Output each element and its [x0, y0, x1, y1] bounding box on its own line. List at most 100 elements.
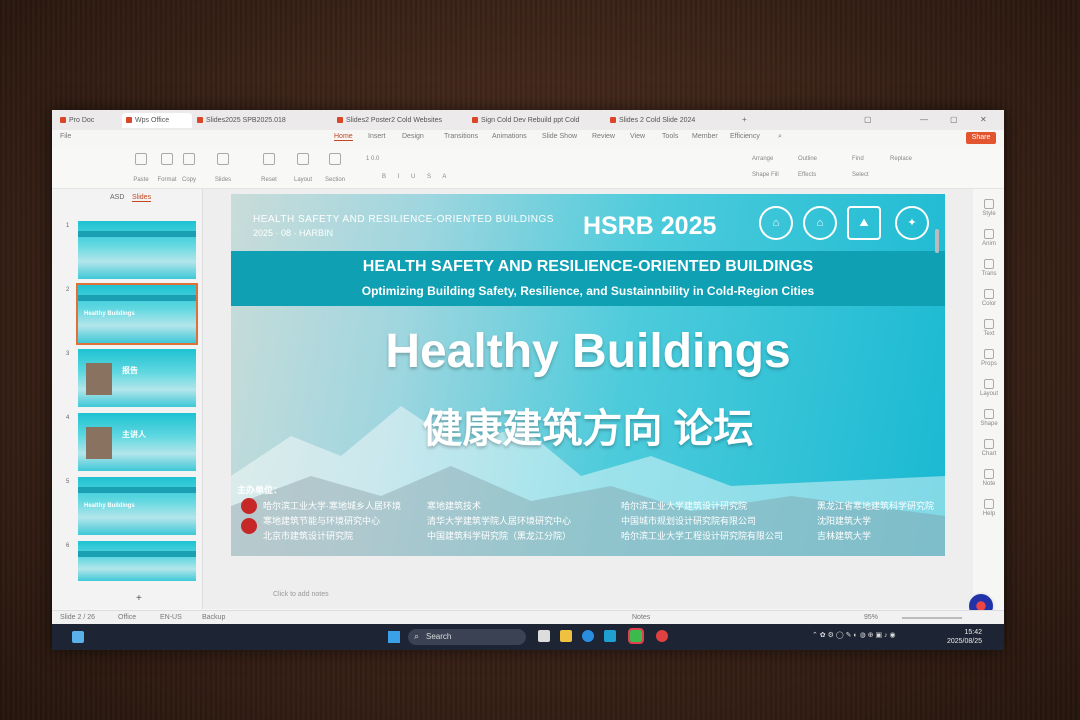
menu-slideshow[interactable]: Slide Show — [542, 133, 577, 140]
organizer-item: 哈尔滨工业大学·寒地城乡人居环境 — [263, 501, 401, 511]
menu-transitions[interactable]: Transitions — [444, 133, 478, 140]
reset-button[interactable]: Reset — [258, 153, 280, 186]
tab-bar: Pro Doc Wps Office Slides2025 SPB2025.01… — [52, 110, 1004, 130]
shape-fill-button[interactable]: Shape Fill — [752, 172, 779, 178]
chart-panel-button[interactable]: Chart — [977, 439, 1001, 457]
organizer-item: 清华大学建筑学院人居环境研究中心 — [427, 516, 572, 526]
taskbar-search[interactable]: ⌕ Search — [408, 629, 526, 645]
tab-file-3[interactable]: Sign Cold Dev Rebuild ppt Cold — [472, 113, 597, 128]
layout-icon[interactable]: ▢ — [864, 115, 872, 124]
minimize-icon[interactable]: — — [920, 115, 928, 124]
color-panel-button[interactable]: Color — [977, 289, 1001, 307]
right-tool-panel: Style Anim Trans Color Text Props Layout… — [973, 189, 1004, 609]
layout-button[interactable]: Layout — [292, 153, 314, 186]
wechat-icon[interactable] — [628, 628, 644, 644]
conference-logo-text: HSRB 2025 — [583, 212, 717, 240]
slide-thumbnail-1[interactable] — [78, 221, 196, 279]
slide-number: 2 — [66, 287, 70, 293]
animation-panel-button[interactable]: Anim — [977, 229, 1001, 247]
slide-thumbnail-6[interactable] — [78, 541, 196, 581]
tab-file-2[interactable]: Slides2 Poster2 Cold Websites — [337, 113, 457, 128]
find-button[interactable]: Find — [852, 156, 864, 162]
menu-insert[interactable]: Insert — [368, 133, 386, 140]
backup-indicator[interactable]: Backup — [202, 614, 225, 621]
windows-taskbar: ⌕ Search ⌃ ✿ ⚙ ◯ ✎ ◐ ◍ ⊕ ▣ ♪ ◉ 15:42 202… — [52, 624, 1004, 650]
store-icon[interactable] — [604, 630, 616, 642]
menu-design[interactable]: Design — [402, 133, 424, 140]
notes-toggle[interactable]: Notes — [632, 614, 650, 621]
system-tray-icons[interactable]: ⌃ ✿ ⚙ ◯ ✎ ◐ ◍ ⊕ ▣ ♪ ◉ — [812, 631, 896, 639]
edge-browser-icon[interactable] — [582, 630, 594, 642]
organizer-item: 吉林建筑大学 — [817, 531, 872, 541]
slide-thumbnail-2[interactable]: Healthy Buildings — [76, 283, 198, 345]
zoom-level[interactable]: 95% — [864, 614, 878, 621]
add-slide-button[interactable]: + — [136, 593, 142, 604]
help-panel-button[interactable]: Help — [977, 499, 1001, 517]
organizer-item: 中国建筑科学研究院（黑龙江分院） — [427, 531, 572, 541]
slide-thumbnail-5[interactable]: Healthy Buildings — [78, 477, 196, 535]
tab-file-4[interactable]: Slides 2 Cold Slide 2024 — [610, 113, 730, 128]
share-button[interactable]: Share — [966, 132, 996, 144]
chart-icon — [984, 439, 994, 449]
transition-panel-button[interactable]: Trans — [977, 259, 1001, 277]
tab-outline[interactable]: ASD — [110, 194, 124, 201]
paste-button[interactable]: Paste — [130, 153, 152, 186]
wps-app-icon[interactable] — [656, 630, 668, 642]
new-slide-button[interactable]: Slides — [212, 153, 234, 186]
vertical-scrollbar[interactable] — [935, 229, 939, 253]
maximize-icon[interactable]: ▢ — [950, 115, 958, 124]
font-size-field[interactable]: 1 0.0 — [366, 156, 379, 162]
close-icon[interactable]: ✕ — [980, 115, 987, 124]
current-slide[interactable]: HEALTH SAFETY AND RESILIENCE-ORIENTED BU… — [231, 194, 945, 556]
properties-panel-button[interactable]: Props — [977, 349, 1001, 367]
tab-wps-home[interactable]: Wps Office — [122, 113, 192, 128]
zoom-slider[interactable] — [902, 617, 962, 619]
weather-widget-icon[interactable] — [72, 631, 84, 643]
menu-member[interactable]: Member — [692, 133, 718, 140]
layout-panel-button[interactable]: Layout — [977, 379, 1001, 397]
tab-doc[interactable]: Pro Doc — [60, 113, 116, 128]
properties-icon — [984, 349, 994, 359]
format-painter-button[interactable]: Format — [156, 153, 178, 186]
section-button[interactable]: Section — [324, 153, 346, 186]
slide-thumbnail-3[interactable]: 报告 — [78, 349, 196, 407]
shape-panel-button[interactable]: Shape — [977, 409, 1001, 427]
menu-review[interactable]: Review — [592, 133, 615, 140]
task-view-icon[interactable] — [538, 630, 550, 642]
slide-thumbnail-panel: ASD Slides 1 2 Healthy Buildings 3 报告 4 … — [52, 189, 203, 609]
effects-button[interactable]: Effects — [798, 172, 816, 178]
tab-slides[interactable]: Slides — [132, 194, 152, 202]
note-panel-button[interactable]: Note — [977, 469, 1001, 487]
style-icon — [984, 199, 994, 209]
new-tab-icon[interactable]: + — [742, 115, 747, 124]
file-explorer-icon[interactable] — [560, 630, 572, 642]
style-panel-button[interactable]: Style — [977, 199, 1001, 217]
tab-file-1[interactable]: Slides2025 SPB2025.018 — [197, 113, 317, 128]
menu-efficiency[interactable]: Efficiency — [730, 133, 760, 140]
text-panel-button[interactable]: Text — [977, 319, 1001, 337]
notes-placeholder[interactable]: Click to add notes — [273, 591, 329, 598]
reset-icon — [263, 153, 275, 165]
slide-thumbnail-4[interactable]: 主讲人 — [78, 413, 196, 471]
language-indicator[interactable]: EN-US — [160, 614, 182, 621]
outline-button[interactable]: Outline — [798, 156, 817, 162]
menu-file[interactable]: File — [60, 133, 71, 140]
institute-seal-icon: ⌂ — [803, 206, 837, 240]
menu-view[interactable]: View — [630, 133, 645, 140]
start-button-icon[interactable] — [388, 631, 400, 643]
menu-animations[interactable]: Animations — [492, 133, 527, 140]
paste-icon — [135, 153, 147, 165]
replace-button[interactable]: Replace — [890, 156, 912, 162]
slide-number: 5 — [66, 479, 70, 485]
menu-home[interactable]: Home — [334, 133, 353, 141]
organizer-item: 寒地建筑节能与环境研究中心 — [263, 516, 381, 526]
search-icon[interactable]: ⌕ — [778, 133, 782, 141]
band-subtitle: Optimizing Building Safety, Resilience, … — [361, 284, 815, 298]
arrange-button[interactable]: Arrange — [752, 156, 773, 162]
organizer-item: 寒地建筑技术 — [427, 501, 482, 511]
menu-tools[interactable]: Tools — [662, 133, 678, 140]
copy-button[interactable]: Copy — [178, 153, 200, 186]
taskbar-clock[interactable]: 15:42 2025/08/25 — [947, 628, 982, 646]
font-format-buttons[interactable]: B I U S A — [382, 174, 451, 180]
select-button[interactable]: Select — [852, 172, 869, 178]
